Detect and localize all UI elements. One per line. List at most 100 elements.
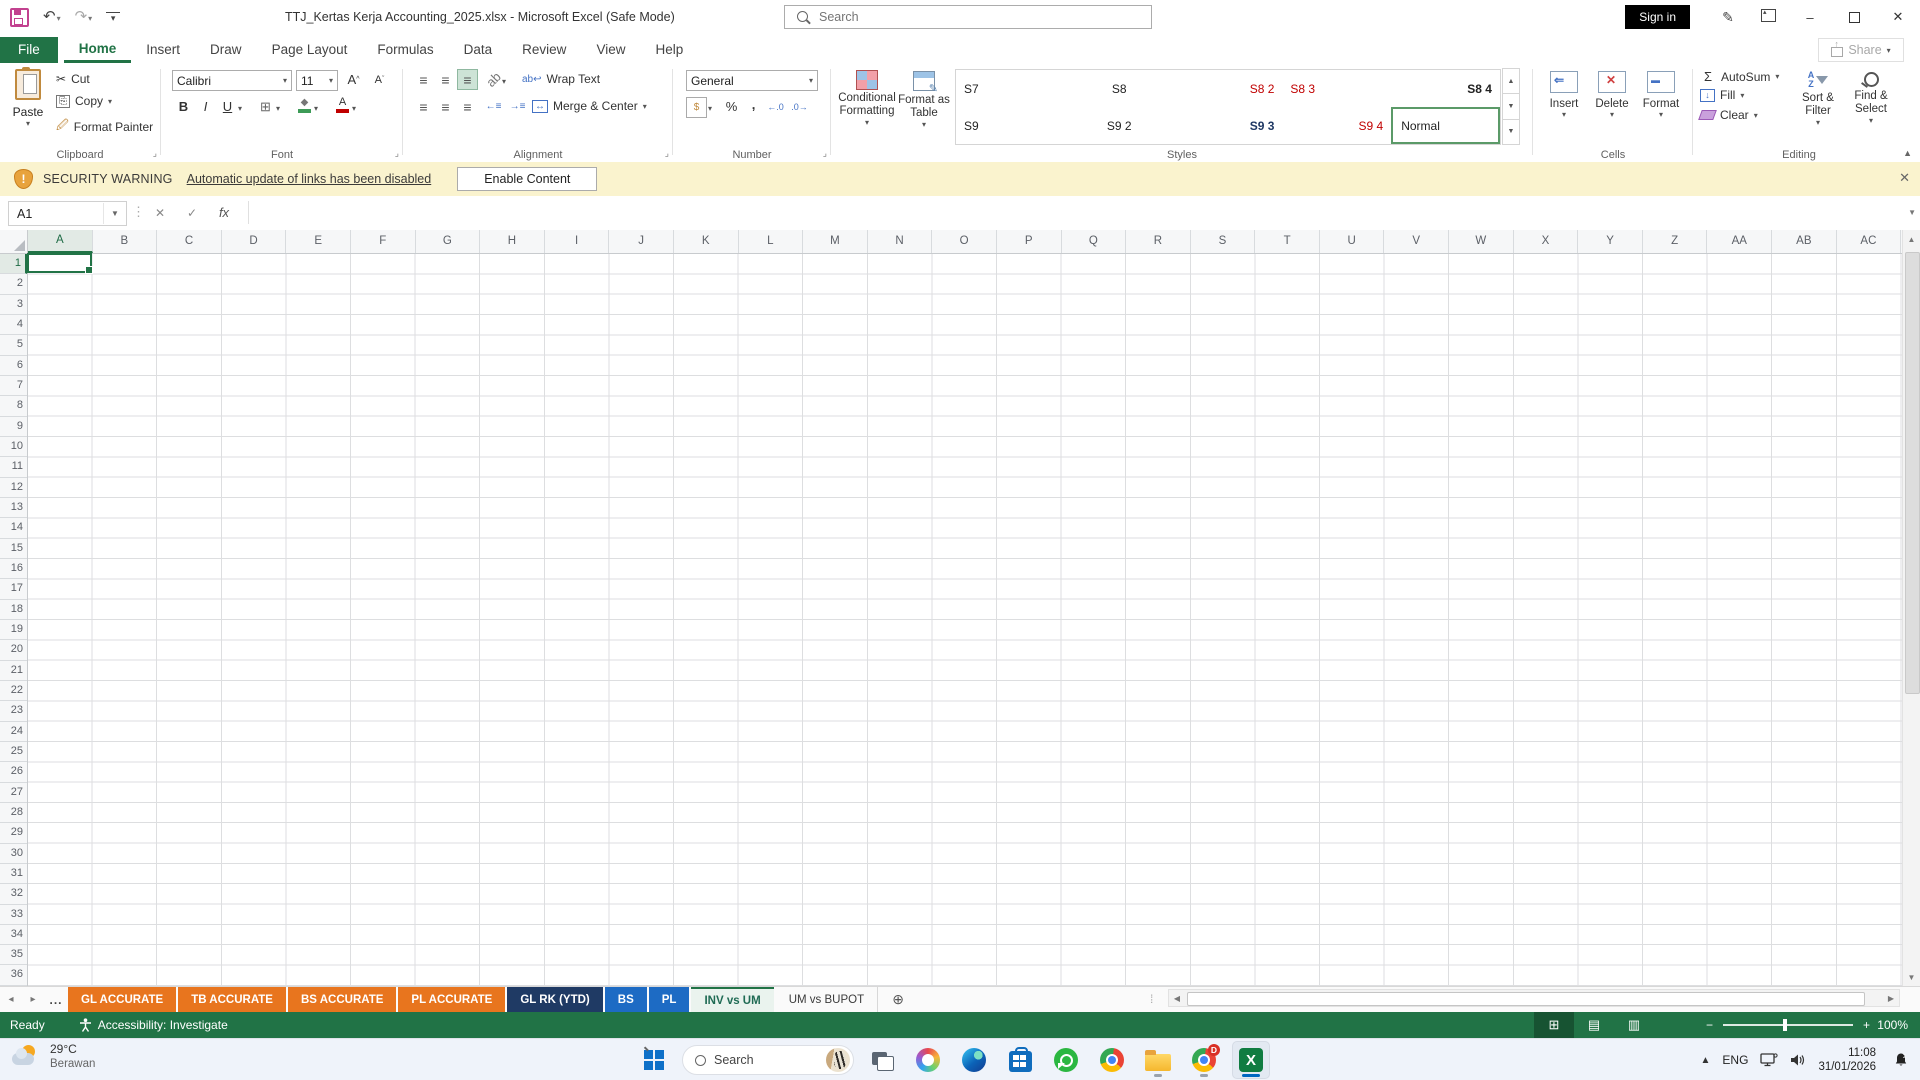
clipboard-dialog-launcher-icon[interactable]: ⌟ bbox=[153, 148, 157, 159]
row-header-8[interactable]: 8 bbox=[0, 396, 27, 417]
ribbon-tab-view[interactable]: View bbox=[581, 37, 640, 63]
accounting-format-button[interactable]: $ bbox=[686, 97, 707, 118]
vertical-scroll-thumb[interactable] bbox=[1905, 252, 1920, 694]
italic-button[interactable]: I bbox=[196, 97, 215, 116]
clear-button[interactable]: Clear ▾ bbox=[1698, 108, 1758, 122]
cut-button[interactable]: ✂ Cut bbox=[56, 72, 90, 86]
security-warning-message-link[interactable]: Automatic update of links has been disab… bbox=[187, 172, 432, 186]
formula-input[interactable] bbox=[248, 201, 1894, 224]
column-header-a[interactable]: A bbox=[28, 230, 93, 253]
scroll-down-icon[interactable]: ▼ bbox=[1903, 968, 1920, 986]
increase-indent-button[interactable]: →≡ bbox=[508, 97, 527, 116]
column-header-i[interactable]: I bbox=[545, 230, 610, 253]
minimize-button[interactable]: – bbox=[1788, 0, 1832, 34]
column-header-h[interactable]: H bbox=[480, 230, 545, 253]
gallery-scroll-up-icon[interactable]: ▲ bbox=[1502, 68, 1520, 95]
row-header-13[interactable]: 13 bbox=[0, 498, 27, 519]
clock[interactable]: 11:08 31/01/2026 bbox=[1818, 1046, 1876, 1074]
column-header-r[interactable]: R bbox=[1126, 230, 1191, 253]
sheet-overflow-button[interactable]: ... bbox=[44, 987, 68, 1012]
cell-style-s9-4[interactable]: S9 4 bbox=[1282, 107, 1391, 144]
bottom-align-button[interactable]: ≡ bbox=[457, 69, 478, 90]
scroll-up-icon[interactable]: ▲ bbox=[1903, 230, 1920, 248]
ribbon-tab-insert[interactable]: Insert bbox=[131, 37, 195, 63]
cell-style-s9-3[interactable]: S9 3 bbox=[1174, 107, 1283, 144]
collapse-ribbon-button[interactable]: ▲ bbox=[1903, 148, 1912, 158]
share-button[interactable]: Share ▾ bbox=[1818, 38, 1904, 62]
row-header-2[interactable]: 2 bbox=[0, 274, 27, 295]
row-header-3[interactable]: 3 bbox=[0, 295, 27, 315]
insert-function-button[interactable]: fx bbox=[210, 201, 238, 224]
volume-icon[interactable] bbox=[1790, 1053, 1806, 1067]
column-header-x[interactable]: X bbox=[1514, 230, 1579, 253]
row-header-34[interactable]: 34 bbox=[0, 925, 27, 946]
whatsapp-button[interactable] bbox=[1048, 1042, 1084, 1078]
format-cells-button[interactable]: ▬ Format ▾ bbox=[1638, 71, 1684, 119]
sheet-tab-um-vs-bupot[interactable]: UM vs BUPOT bbox=[776, 987, 879, 1012]
row-header-12[interactable]: 12 bbox=[0, 478, 27, 498]
undo-button[interactable]: ↶▾ bbox=[43, 9, 61, 26]
row-header-7[interactable]: 7 bbox=[0, 376, 27, 397]
column-header-v[interactable]: V bbox=[1384, 230, 1450, 253]
comma-style-button[interactable]: , bbox=[744, 95, 763, 114]
increase-decimal-button[interactable]: ←.0 bbox=[766, 97, 785, 116]
cell-style-s8-2[interactable]: S8 2 bbox=[1174, 70, 1283, 107]
sheet-tab-bs[interactable]: BS bbox=[604, 987, 647, 1012]
zoom-out-button[interactable]: − bbox=[1706, 1018, 1713, 1032]
row-header-11[interactable]: 11 bbox=[0, 457, 27, 478]
page-layout-view-button[interactable]: ▤ bbox=[1574, 1012, 1614, 1038]
excel-taskbar-button[interactable]: X bbox=[1232, 1041, 1270, 1079]
start-button[interactable] bbox=[636, 1042, 672, 1078]
sort-filter-button[interactable]: AZ Sort & Filter ▾ bbox=[1794, 71, 1842, 128]
close-button[interactable]: ✕ bbox=[1876, 0, 1920, 34]
number-dialog-launcher-icon[interactable]: ⌟ bbox=[823, 148, 827, 159]
alignment-dialog-launcher-icon[interactable]: ⌟ bbox=[665, 148, 669, 159]
column-header-ac[interactable]: AC bbox=[1837, 230, 1902, 253]
row-header-30[interactable]: 30 bbox=[0, 844, 27, 864]
wrap-text-button[interactable]: ab↩ Wrap Text bbox=[522, 72, 600, 86]
fill-color-button[interactable]: ◆ bbox=[296, 97, 313, 113]
row-header-31[interactable]: 31 bbox=[0, 864, 27, 885]
column-header-b[interactable]: B bbox=[93, 230, 158, 253]
conditional-formatting-button[interactable]: Conditional Formatting ▾ bbox=[838, 70, 896, 127]
increase-font-size-button[interactable]: A ^ bbox=[344, 70, 363, 89]
weather-widget[interactable]: 29°C Berawan bbox=[12, 1042, 95, 1072]
middle-align-button[interactable]: ≡ bbox=[436, 70, 455, 89]
row-header-19[interactable]: 19 bbox=[0, 620, 27, 641]
font-dialog-launcher-icon[interactable]: ⌟ bbox=[395, 148, 399, 159]
sheet-tab-gl-accurate[interactable]: GL ACCURATE bbox=[68, 987, 177, 1012]
cell-style-normal[interactable]: Normal bbox=[1391, 107, 1500, 144]
delete-cells-button[interactable]: ✕ Delete ▾ bbox=[1590, 71, 1634, 119]
edge-button[interactable] bbox=[956, 1042, 992, 1078]
gallery-more-icon[interactable]: ▼ bbox=[1502, 118, 1520, 145]
decrease-font-size-button[interactable]: Aˇ bbox=[370, 70, 389, 89]
sheet-nav-left-icon[interactable]: ◂ bbox=[0, 987, 22, 1012]
file-explorer-button[interactable] bbox=[1140, 1042, 1176, 1078]
normal-view-button[interactable]: ⊞ bbox=[1534, 1012, 1574, 1038]
font-color-dropdown-arrow[interactable]: ▾ bbox=[352, 104, 356, 113]
align-left-button[interactable]: ≡ bbox=[414, 97, 433, 116]
column-header-e[interactable]: E bbox=[286, 230, 351, 253]
column-header-c[interactable]: C bbox=[157, 230, 222, 253]
column-header-m[interactable]: M bbox=[803, 230, 868, 253]
borders-button[interactable]: ⊞ bbox=[256, 97, 275, 116]
vertical-scrollbar[interactable]: ▲ ▼ bbox=[1902, 230, 1920, 986]
column-header-s[interactable]: S bbox=[1191, 230, 1256, 253]
network-icon[interactable] bbox=[1760, 1053, 1779, 1067]
select-all-corner[interactable] bbox=[0, 230, 28, 254]
column-header-d[interactable]: D bbox=[222, 230, 287, 253]
page-break-view-button[interactable]: ▥ bbox=[1614, 1012, 1654, 1038]
row-header-27[interactable]: 27 bbox=[0, 783, 27, 803]
accessibility-status[interactable]: Accessibility: Investigate bbox=[79, 1018, 228, 1032]
column-header-k[interactable]: K bbox=[674, 230, 739, 253]
row-header-5[interactable]: 5 bbox=[0, 335, 27, 356]
format-painter-button[interactable]: 🖉 Format Painter bbox=[56, 116, 153, 137]
sheet-tab-pl[interactable]: PL bbox=[648, 987, 690, 1012]
accounting-dropdown-arrow[interactable]: ▾ bbox=[708, 104, 712, 113]
zoom-slider[interactable] bbox=[1722, 1019, 1853, 1031]
row-header-21[interactable]: 21 bbox=[0, 661, 27, 681]
paste-button[interactable]: Paste ▾ bbox=[8, 67, 48, 128]
format-as-table-button[interactable]: Format as Table ▾ bbox=[898, 71, 950, 129]
row-header-25[interactable]: 25 bbox=[0, 742, 27, 763]
borders-dropdown-arrow[interactable]: ▾ bbox=[276, 104, 280, 113]
